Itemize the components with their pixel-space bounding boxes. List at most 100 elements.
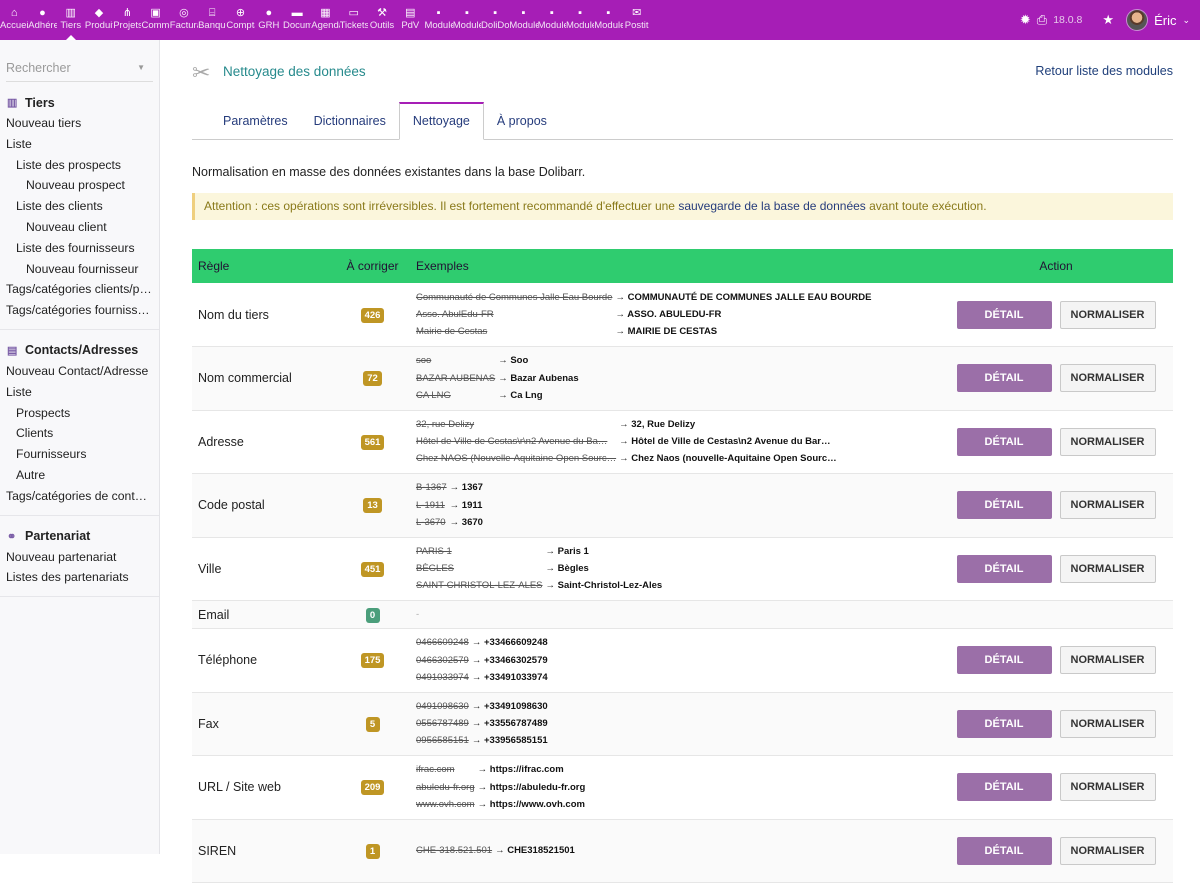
detail-button[interactable]: DÉTAIL [956, 554, 1052, 583]
normalize-button[interactable]: NORMALISER [1059, 773, 1156, 802]
menu-item-14[interactable]: ▤ PdV [396, 0, 424, 40]
example-before: L-3670 [416, 516, 446, 528]
after-value: Ca Lng [510, 389, 543, 401]
normalize-button[interactable]: NORMALISER [1059, 646, 1156, 675]
menu-item-21[interactable]: ▪Modules [594, 0, 622, 40]
detail-button[interactable]: DÉTAIL [956, 773, 1052, 802]
detail-button[interactable]: DÉTAIL [956, 300, 1052, 329]
detail-button[interactable]: DÉTAIL [956, 709, 1052, 738]
home-icon: ⌂ [10, 7, 18, 19]
detail-button[interactable]: DÉTAIL [956, 646, 1052, 675]
detail-button[interactable]: DÉTAIL [956, 491, 1052, 520]
examples-list: Communauté de Communes Jalle Eau Bourde →… [416, 289, 933, 341]
sidebar-item[interactable]: Nouveau partenariat [0, 547, 159, 568]
example-before: Hôtel de Ville de Cestas\r\n2 Avenue du … [416, 436, 608, 448]
menu-item-7[interactable]: ⌸Banque [198, 0, 226, 40]
table-row: SIREN 1 CHE-318.521.501 → CHE318521501 DÉTAI… [192, 819, 1173, 883]
menu-item-8[interactable]: ⊕Compta [226, 0, 254, 40]
menu-item-2[interactable]: ▥ Tiers [57, 0, 85, 40]
sidebar-item[interactable]: Tags/catégories fournisseurs [0, 300, 159, 321]
sidebar-section-title[interactable]: ▤ Contacts/Adresses [0, 340, 159, 361]
menu-item-12[interactable]: ▭ Tickets [340, 0, 368, 40]
sidebar-item[interactable]: Nouveau client [0, 217, 159, 238]
normalize-button[interactable]: NORMALISER [1059, 836, 1156, 865]
after-value: +33466609248 [483, 637, 548, 649]
sidebar-item[interactable]: Liste [0, 134, 159, 155]
menu-item-5[interactable]: ▣Commerce [141, 0, 169, 40]
menu-item-19[interactable]: ▪Modules [538, 0, 566, 40]
chevron-down-icon[interactable]: ⌄ [1182, 15, 1190, 26]
search-input[interactable]: Rechercher ▼ [6, 54, 153, 82]
sidebar-section-title[interactable]: ▥ Tiers [0, 92, 159, 113]
menu-item-16[interactable]: ▪Modules [453, 0, 481, 40]
menu-item-6[interactable]: ◎Facturation [170, 0, 198, 40]
menu-item-18[interactable]: ▪Modules [509, 0, 537, 40]
file-icon: ▪ [493, 7, 498, 19]
menu-item-10[interactable]: ▬Documents [283, 0, 311, 40]
sidebar-item[interactable]: Nouveau fournisseur [0, 259, 159, 280]
sidebar-item[interactable]: Autre [0, 465, 159, 486]
menu-item-15[interactable]: ▪Modules [424, 0, 452, 40]
sidebar-item[interactable]: Liste des clients [0, 196, 159, 217]
normalize-button[interactable]: NORMALISER [1059, 709, 1156, 738]
tab-3[interactable]: À propos [484, 102, 560, 139]
example-after: → +33556787489 [472, 715, 548, 732]
tab-2[interactable]: Nettoyage [398, 102, 484, 140]
menu-label: Documents [282, 20, 312, 31]
sidebar-item[interactable]: Clients [0, 423, 159, 444]
sidebar-item[interactable]: Fournisseurs [0, 444, 159, 465]
user-name[interactable]: Éric [1154, 13, 1176, 28]
after-value: 1367 [461, 482, 483, 494]
normalize-button[interactable]: NORMALISER [1059, 554, 1156, 583]
menu-item-0[interactable]: ⌂ Accueil [0, 0, 28, 40]
tab-1[interactable]: Dictionnaires [301, 102, 399, 139]
detail-button[interactable]: DÉTAIL [956, 364, 1052, 393]
arrow-icon: → [471, 637, 484, 649]
normalize-button[interactable]: NORMALISER [1059, 300, 1156, 329]
menu-label: Banque [198, 20, 226, 31]
menu-item-20[interactable]: ▪Modules [566, 0, 594, 40]
sidebar-item[interactable]: Liste des fournisseurs [0, 238, 159, 259]
sidebar-item[interactable]: Tags/catégories de contacts [0, 486, 159, 507]
avatar[interactable] [1126, 9, 1149, 31]
warning-text-end: avant toute exécution. [865, 199, 987, 213]
sidebar-item[interactable]: Nouveau Contact/Adresse [0, 361, 159, 382]
menu-item-9[interactable]: ● GRH [255, 0, 283, 40]
caret-down-icon[interactable]: ▼ [137, 63, 145, 72]
sidebar-item[interactable]: Listes des partenariats [0, 567, 159, 588]
example-after: → +33491033974 [472, 669, 548, 686]
normalize-button[interactable]: NORMALISER [1059, 427, 1156, 456]
sidebar-item[interactable]: Nouveau tiers [0, 113, 159, 134]
sidebar-item[interactable]: Liste [0, 382, 159, 403]
backup-link[interactable]: sauvegarde de la base de données [678, 199, 865, 213]
action-cell: DÉTAIL NORMALISER [933, 819, 1173, 883]
sidebar-item[interactable]: Liste des prospects [0, 155, 159, 176]
examples-cell: 0466609248 → +33466609248 0466302579 → +334… [410, 628, 933, 693]
menu-item-1[interactable]: ●Adhérents [28, 0, 56, 40]
back-to-modules-link[interactable]: Retour liste des modules [1035, 64, 1173, 78]
menu-item-4[interactable]: ⋔ Projets [113, 0, 141, 40]
after-value: MAIRIE DE CESTAS [627, 326, 718, 338]
examples-list: 0466609248 → +33466609248 0466302579 → +334… [416, 634, 933, 686]
menu-item-11[interactable]: ▦Agenda [311, 0, 339, 40]
sidebar-section-title[interactable]: ⚭ Partenariat [0, 526, 159, 547]
print-icon[interactable]: ⎙ [1037, 12, 1047, 28]
detail-button[interactable]: DÉTAIL [956, 427, 1052, 456]
bookmark-star-icon[interactable]: ★ [1102, 12, 1114, 28]
normalize-button[interactable]: NORMALISER [1059, 491, 1156, 520]
sidebar-item[interactable]: Tags/catégories clients/prospects [0, 279, 159, 300]
count-cell: 13 [335, 473, 410, 538]
bug-icon[interactable]: ✹ [1020, 12, 1031, 28]
example-before: 0491033974 [416, 671, 469, 683]
arrow-icon: → [619, 418, 632, 430]
menu-item-13[interactable]: ⚒ Outils [368, 0, 396, 40]
menu-item-22[interactable]: ✉ Postit [623, 0, 651, 40]
detail-button[interactable]: DÉTAIL [956, 836, 1052, 865]
empty-dash: - [416, 608, 420, 620]
menu-item-3[interactable]: ◆Produits [85, 0, 113, 40]
tab-0[interactable]: Paramètres [210, 102, 301, 139]
sidebar-item[interactable]: Nouveau prospect [0, 175, 159, 196]
normalize-button[interactable]: NORMALISER [1059, 364, 1156, 393]
sidebar-item[interactable]: Prospects [0, 403, 159, 424]
menu-item-17[interactable]: ▪DoliDoc [481, 0, 509, 40]
